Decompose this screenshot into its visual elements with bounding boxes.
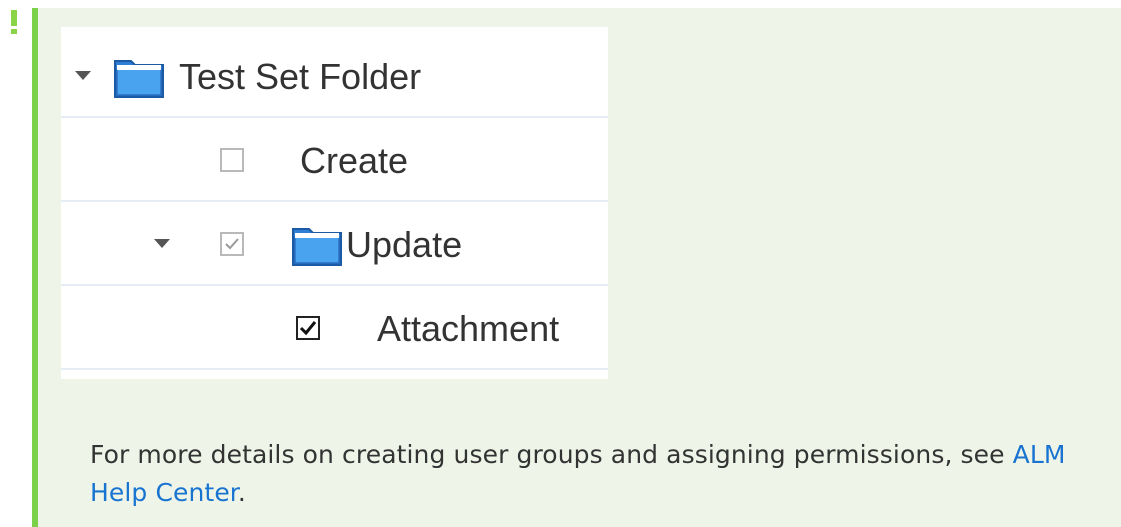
tree-item-label[interactable]: Update bbox=[346, 225, 462, 265]
update-checkbox[interactable] bbox=[220, 232, 244, 256]
expand-arrow-icon[interactable] bbox=[75, 71, 91, 80]
tree-item-label[interactable]: Create bbox=[300, 141, 408, 181]
folder-icon bbox=[292, 228, 342, 266]
tree-row-attachment: Attachment bbox=[61, 286, 608, 370]
tree-item-label[interactable]: Test Set Folder bbox=[179, 57, 421, 97]
note-marker-icon bbox=[11, 10, 17, 34]
tree-item-label[interactable]: Attachment bbox=[377, 309, 559, 349]
check-icon bbox=[225, 238, 239, 250]
tree-row-create: Create bbox=[61, 118, 608, 202]
expand-arrow-icon[interactable] bbox=[154, 239, 170, 248]
tree-row-update: Update bbox=[61, 202, 608, 286]
note-text-before-link: For more details on creating user groups… bbox=[90, 440, 1013, 469]
note-text-after-link: . bbox=[237, 478, 246, 507]
create-checkbox[interactable] bbox=[220, 148, 244, 172]
attachment-checkbox[interactable] bbox=[296, 316, 320, 340]
note-text: For more details on creating user groups… bbox=[90, 436, 1121, 512]
tree-row-test-set-folder: Test Set Folder bbox=[61, 34, 608, 118]
note-box: Test Set Folder Create Update Attachment… bbox=[32, 8, 1121, 527]
check-icon bbox=[299, 321, 317, 336]
folder-icon bbox=[114, 60, 164, 98]
permissions-tree-screenshot: Test Set Folder Create Update Attachment bbox=[61, 27, 608, 379]
